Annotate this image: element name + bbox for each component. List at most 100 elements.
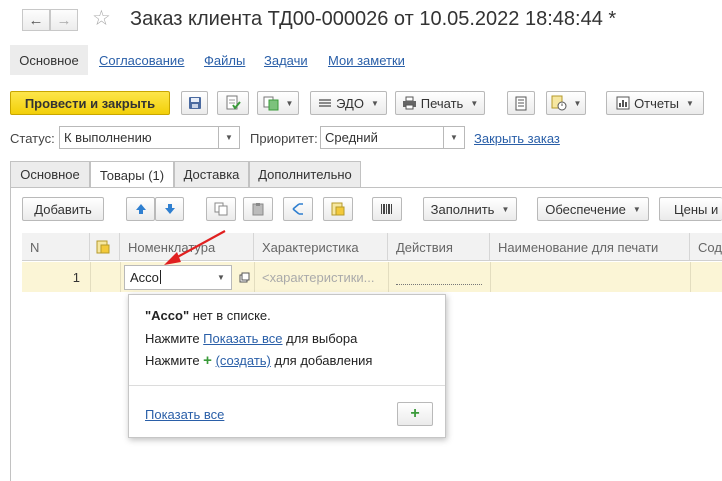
column-header-print-name[interactable]: Наименование для печати <box>490 233 690 261</box>
pick-document-icon <box>331 202 345 216</box>
status-field[interactable]: К выполнению <box>59 126 219 149</box>
copy-icon <box>214 202 228 216</box>
column-header-characteristic[interactable]: Характеристика <box>254 233 388 261</box>
copy-green-icon <box>263 96 279 111</box>
text-cursor <box>159 270 161 284</box>
characteristic-cell[interactable]: <характеристики... <box>262 270 382 285</box>
chevron-down-icon: ▼ <box>370 98 379 108</box>
move-down-button[interactable] <box>155 197 184 221</box>
document-yellow-icon <box>96 240 110 254</box>
column-header-attachment[interactable] <box>90 233 120 261</box>
actions-cell-underline[interactable] <box>396 284 482 285</box>
schedule-button[interactable]: ▼ <box>546 91 586 115</box>
edo-button[interactable]: ЭДО ▼ <box>310 91 387 115</box>
nomenclature-open-button[interactable] <box>236 269 252 285</box>
cell-divider <box>90 262 91 292</box>
cell-divider <box>690 262 691 292</box>
clipboard-icon <box>252 203 264 216</box>
priority-label: Приоритет: <box>250 131 318 146</box>
status-dropdown-button[interactable]: ▼ <box>218 126 240 149</box>
nav-tasks[interactable]: Задачи <box>264 53 308 68</box>
forward-button[interactable]: → <box>50 9 78 31</box>
chevron-down-icon: ▼ <box>573 98 582 108</box>
provision-button[interactable]: Обеспечение ▼ <box>537 197 649 221</box>
popup-divider <box>129 385 445 386</box>
chevron-down-icon: ▼ <box>450 133 458 142</box>
clock-document-icon <box>551 95 567 111</box>
nav-main[interactable]: Основное <box>10 45 88 75</box>
copy-row-button[interactable] <box>206 197 236 221</box>
chevron-down-icon: ▼ <box>285 98 294 108</box>
chevron-down-icon: ▼ <box>217 273 225 282</box>
post-document-icon <box>226 95 241 110</box>
move-up-button[interactable] <box>126 197 155 221</box>
paste-button[interactable] <box>243 197 273 221</box>
show-all-link[interactable]: Показать все <box>203 331 282 346</box>
tab-divider <box>10 187 722 188</box>
barcode-icon <box>381 204 392 214</box>
journal-button[interactable] <box>507 91 535 115</box>
tab-goods[interactable]: Товары (1) <box>90 161 174 188</box>
back-button[interactable]: ← <box>22 9 50 31</box>
print-button[interactable]: Печать ▼ <box>395 91 485 115</box>
printer-icon <box>402 96 416 110</box>
create-link[interactable]: (создать) <box>216 353 271 368</box>
row-number: 1 <box>72 270 80 285</box>
arrow-up-icon <box>135 204 146 214</box>
cell-divider <box>388 262 389 292</box>
show-all-footer-link[interactable]: Показать все <box>145 407 224 422</box>
chevron-down-icon: ▼ <box>501 204 510 214</box>
not-in-list-popup: "Acco" нет в списке. Нажмите Показать вс… <box>128 294 446 438</box>
window-title: Заказ клиента ТД00-000026 от 10.05.2022 … <box>130 8 617 30</box>
split-row-button[interactable] <box>283 197 313 221</box>
reports-button[interactable]: Отчеты ▼ <box>606 91 704 115</box>
chevron-down-icon: ▼ <box>470 98 479 108</box>
tab-main[interactable]: Основное <box>10 161 90 187</box>
table-header-divider <box>22 260 722 261</box>
open-window-icon <box>239 272 249 282</box>
popup-message-line2: Нажмите Показать все для выбора <box>145 331 358 346</box>
close-order-link[interactable]: Закрыть заказ <box>474 131 560 146</box>
popup-message-line1: "Acco" нет в списке. <box>145 308 271 323</box>
nav-approval[interactable]: Согласование <box>99 53 184 68</box>
create-based-on-button[interactable]: ▼ <box>257 91 299 115</box>
cell-divider <box>490 262 491 292</box>
arrow-right-icon: → <box>56 11 72 29</box>
pick-goods-button[interactable] <box>323 197 353 221</box>
nav-files[interactable]: Файлы <box>204 53 245 68</box>
column-header-content[interactable]: Сод <box>690 233 722 261</box>
popup-message-line3: Нажмите + (создать) для добавления <box>145 352 373 369</box>
nav-my-notes[interactable]: Мои заметки <box>328 53 405 68</box>
plus-icon: + <box>203 352 212 369</box>
cell-divider <box>254 262 255 292</box>
save-button[interactable] <box>181 91 208 115</box>
priority-dropdown-button[interactable]: ▼ <box>443 126 465 149</box>
split-icon <box>292 203 303 215</box>
nomenclature-dropdown-button[interactable]: ▼ <box>211 266 231 289</box>
panel-border <box>10 187 11 481</box>
tab-delivery[interactable]: Доставка <box>174 161 249 187</box>
prices-button[interactable]: Цены и с <box>659 197 722 221</box>
priority-field[interactable]: Средний <box>320 126 444 149</box>
chevron-down-icon: ▼ <box>632 204 641 214</box>
column-header-actions[interactable]: Действия <box>388 233 490 261</box>
arrow-down-icon <box>164 204 175 214</box>
barcode-button[interactable] <box>372 197 402 221</box>
floppy-disk-icon <box>188 97 201 109</box>
fill-button[interactable]: Заполнить ▼ <box>423 197 517 221</box>
create-new-button[interactable]: + <box>397 402 433 426</box>
arrow-left-icon: ← <box>28 11 44 29</box>
column-header-n[interactable]: N <box>22 233 90 261</box>
tab-additional[interactable]: Дополнительно <box>249 161 361 187</box>
journal-icon <box>515 96 527 110</box>
status-label: Статус: <box>10 131 55 146</box>
post-button[interactable] <box>217 91 249 115</box>
reports-icon <box>616 96 630 110</box>
edo-icon <box>319 99 332 107</box>
plus-icon: + <box>410 405 420 422</box>
chevron-down-icon: ▼ <box>686 98 694 108</box>
add-button[interactable]: Добавить <box>22 197 104 221</box>
post-and-close-button[interactable]: Провести и закрыть <box>10 91 170 115</box>
favorite-star-icon[interactable]: ☆ <box>92 6 111 31</box>
annotation-arrow-icon <box>164 230 226 265</box>
